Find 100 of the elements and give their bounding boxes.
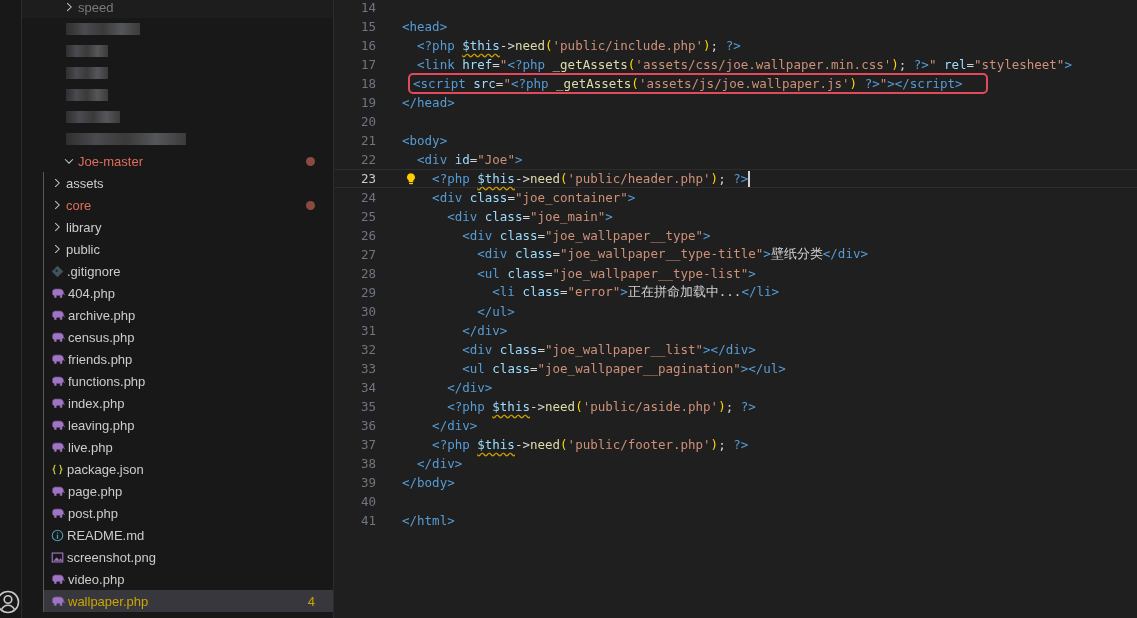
line-number: 41 (359, 513, 376, 528)
file-row[interactable]: wallpaper.php 4 (44, 590, 333, 612)
folder-name: Joe-master (78, 153, 145, 169)
file-row[interactable]: friends.php (44, 348, 333, 370)
file-name: screenshot.png (67, 549, 157, 565)
elephant-icon (51, 595, 65, 607)
code-line: </ul> (477, 304, 515, 319)
line-number: 29 (359, 285, 376, 300)
line-number: 15 (359, 19, 376, 34)
file-name: core (66, 197, 93, 213)
code-line: </body> (402, 475, 455, 490)
line-number: 31 (359, 323, 376, 338)
file-name: page.php (68, 483, 124, 499)
code-line: <?php $this->need('public/include.php'); ?> (417, 38, 741, 53)
folder-row[interactable]: speed (22, 0, 333, 18)
folder-row[interactable]: Joe-master (22, 150, 333, 172)
code-line: <ul class="joe_wallpaper__type-list"> (477, 266, 756, 281)
line-number: 16 (359, 38, 376, 53)
code-line: </div> (417, 456, 463, 471)
line-number: 26 (359, 228, 376, 243)
file-name: archive.php (68, 307, 137, 323)
file-row[interactable]: 404.php (44, 282, 333, 304)
elephant-icon (51, 353, 65, 365)
file-row[interactable]: video.php (44, 568, 333, 590)
file-row[interactable]: assets (44, 172, 333, 194)
code-line: <div class="joe_wallpaper__type"> (462, 228, 711, 243)
lightbulb-icon[interactable] (404, 171, 418, 186)
blurred-block (66, 111, 120, 123)
line-number: 18 (359, 76, 376, 91)
line-number: 33 (359, 361, 376, 376)
file-row[interactable]: README.md (44, 524, 333, 546)
line-number: 21 (359, 133, 376, 148)
file-name: friends.php (68, 351, 134, 367)
line-number: 24 (359, 190, 376, 205)
blurred-block (66, 67, 108, 79)
file-row[interactable]: leaving.php (44, 414, 333, 436)
code-line: <?php $this->need('public/footer.php'); ?> (432, 437, 749, 452)
file-row[interactable]: post.php (44, 502, 333, 524)
code-line: </div> (447, 380, 493, 395)
file-name: post.php (68, 505, 119, 521)
line-number: 38 (359, 456, 376, 471)
file-row[interactable]: archive.php (44, 304, 333, 326)
elephant-icon (51, 419, 65, 431)
code-line: <body> (402, 133, 448, 148)
file-row[interactable]: core (44, 194, 333, 216)
file-row[interactable]: screenshot.png (44, 546, 333, 568)
code-line: </html> (402, 513, 455, 528)
line-number: 36 (359, 418, 376, 433)
file-row[interactable]: page.php (44, 480, 333, 502)
modified-dot (306, 156, 315, 166)
line-number: 27 (359, 247, 376, 262)
line-number: 28 (359, 266, 376, 281)
elephant-icon (51, 331, 65, 343)
line-number: 34 (359, 380, 376, 395)
code-line: </head> (402, 95, 455, 110)
file-name: wallpaper.php (68, 593, 150, 609)
line-number: 32 (359, 342, 376, 357)
file-name: 404.php (68, 285, 116, 301)
file-name: live.php (68, 439, 114, 455)
line-number: 19 (359, 95, 376, 110)
elephant-icon (51, 507, 65, 519)
line-number: 22 (359, 152, 376, 167)
file-name: functions.php (68, 373, 147, 389)
line-number: 20 (359, 114, 376, 129)
line-number: 23 (359, 171, 376, 186)
code-line: <head> (402, 19, 448, 34)
blurred-block (66, 89, 108, 101)
file-row[interactable]: live.php (44, 436, 333, 458)
code-line: <div class="joe_container"> (432, 190, 636, 205)
code-line: <ul class="joe_wallpaper__pagination"></ul> (462, 361, 786, 376)
file-name: package.json (67, 461, 145, 477)
code-line: <script src="<?php _getAssets('assets/js/joe.wallpaper.js') ?>"></script> (411, 76, 985, 91)
line-number: 40 (359, 494, 376, 509)
modified-dot (306, 200, 315, 210)
code-line: </div> (462, 323, 508, 338)
file-row[interactable]: census.php (44, 326, 333, 348)
file-row[interactable]: public (44, 238, 333, 260)
file-name: assets (66, 175, 105, 191)
line-number: 35 (359, 399, 376, 414)
file-name: library (66, 219, 103, 235)
code-line: <div class="joe_main"> (447, 209, 613, 224)
file-row[interactable]: library (44, 216, 333, 238)
file-name: leaving.php (68, 417, 136, 433)
code-line: <div class="joe_wallpaper__type-title">壁纸分类</div> (477, 246, 868, 263)
blurred-block (66, 45, 108, 57)
line-number: 39 (359, 475, 376, 490)
file-row[interactable]: functions.php (44, 370, 333, 392)
account-icon[interactable] (0, 590, 20, 614)
line-number: 14 (359, 0, 376, 15)
elephant-icon (51, 485, 65, 497)
line-number: 17 (359, 57, 376, 72)
code-line: <?php $this->need('public/aside.php'); ?> (447, 399, 756, 414)
file-name: public (66, 241, 101, 257)
file-name: README.md (67, 527, 146, 543)
file-row[interactable]: index.php (44, 392, 333, 414)
elephant-icon (51, 441, 65, 453)
code-line: <link href="<?php _getAssets('assets/css/joe.wallpaper.min.css'); ?>" rel="stylesheet"> (417, 57, 1072, 72)
file-row[interactable]: package.json (44, 458, 333, 480)
file-name: video.php (68, 571, 126, 587)
file-row[interactable]: .gitignore (44, 260, 333, 282)
